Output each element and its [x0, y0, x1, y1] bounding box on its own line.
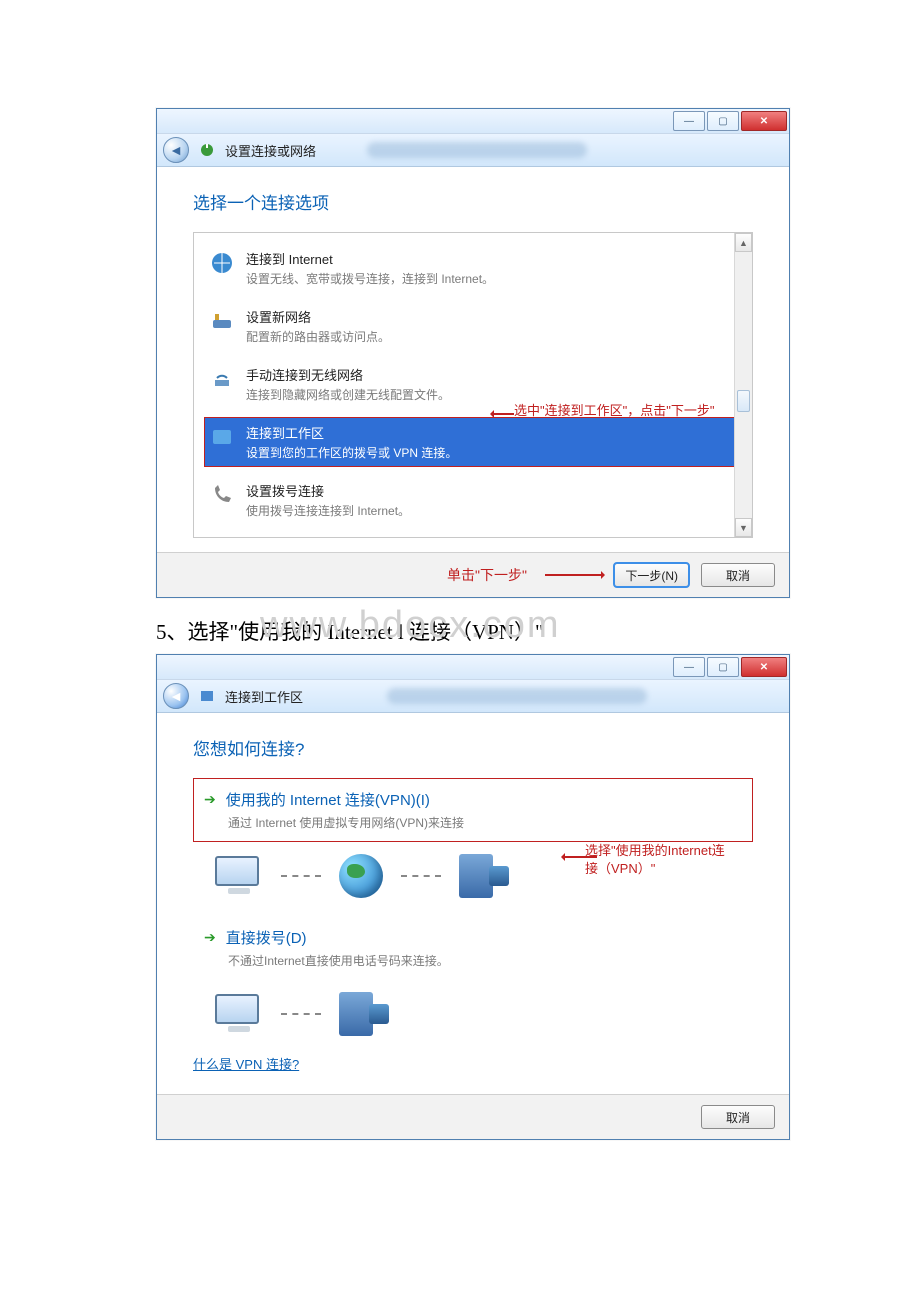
- annotation-text: 选择"使用我的Internet连接（VPN）": [585, 842, 735, 877]
- cancel-button[interactable]: 取消: [701, 563, 775, 587]
- scroll-down-icon[interactable]: ▼: [735, 518, 752, 537]
- footer-bar: 单击"下一步" 下一步(N) 取消: [157, 552, 789, 597]
- option-connect-internet[interactable]: 连接到 Internet 设置无线、宽带或拨号连接，连接到 Internet。: [204, 243, 740, 293]
- header-bar: ◄ 设置连接或网络: [157, 134, 789, 167]
- titlebar: — ▢ ✕: [157, 109, 789, 134]
- maximize-button[interactable]: ▢: [707, 657, 739, 677]
- back-button[interactable]: ◄: [163, 137, 189, 163]
- connection-line: [401, 875, 441, 877]
- annotation-arrow: [492, 413, 514, 415]
- close-button[interactable]: ✕: [741, 111, 787, 131]
- annotation-arrow: [545, 574, 603, 576]
- footer-annotation: 单击"下一步": [447, 565, 527, 585]
- minimize-button[interactable]: —: [673, 657, 705, 677]
- workplace-icon: [199, 688, 215, 704]
- blurred-region: [367, 142, 587, 158]
- option-desc: 连接到隐藏网络或创建无线配置文件。: [246, 386, 450, 403]
- choice-desc: 不通过Internet直接使用电话号码来连接。: [228, 952, 742, 969]
- computer-icon: [215, 856, 263, 896]
- phone-icon: [208, 481, 236, 509]
- choice-direct-dial[interactable]: ➔ 直接拨号(D) 不通过Internet直接使用电话号码来连接。: [193, 916, 753, 980]
- choice-title: 使用我的 Internet 连接(VPN)(I): [226, 789, 430, 810]
- arrow-right-icon: ➔: [204, 929, 216, 946]
- globe-icon: [339, 854, 383, 898]
- option-desc: 使用拨号连接连接到 Internet。: [246, 502, 410, 519]
- choice-title: 直接拨号(D): [226, 927, 307, 948]
- close-button[interactable]: ✕: [741, 657, 787, 677]
- minimize-button[interactable]: —: [673, 111, 705, 131]
- scrollbar[interactable]: ▲ ▼: [734, 233, 752, 537]
- maximize-button[interactable]: ▢: [707, 111, 739, 131]
- footer-bar: 取消: [157, 1094, 789, 1139]
- globe-icon: [208, 249, 236, 277]
- option-manual-wireless[interactable]: 手动连接到无线网络 连接到隐藏网络或创建无线配置文件。: [204, 359, 740, 409]
- computer-icon: [215, 994, 263, 1034]
- option-setup-network[interactable]: 设置新网络 配置新的路由器或访问点。: [204, 301, 740, 351]
- option-title: 连接到工作区: [246, 423, 457, 442]
- network-icon: [199, 142, 215, 158]
- option-title: 手动连接到无线网络: [246, 365, 450, 384]
- option-title: 设置新网络: [246, 307, 390, 326]
- blurred-region: [387, 688, 647, 704]
- window-connect-workplace: — ▢ ✕ ◄ 连接到工作区 您想如何连接? ➔ 使用我的 Internet 连…: [156, 654, 790, 1140]
- page-heading: 选择一个连接选项: [193, 189, 753, 214]
- titlebar: — ▢ ✕: [157, 655, 789, 680]
- server-icon: [459, 854, 493, 898]
- back-button[interactable]: ◄: [163, 683, 189, 709]
- option-list: ▲ ▼ 连接到 Internet 设置无线、宽带或拨号连接，连接到 Intern…: [193, 232, 753, 538]
- arrow-right-icon: ➔: [204, 791, 216, 808]
- window-setup-connection: — ▢ ✕ ◄ 设置连接或网络 选择一个连接选项 ▲ ▼: [156, 108, 790, 598]
- header-bar: ◄ 连接到工作区: [157, 680, 789, 713]
- scroll-thumb[interactable]: [737, 390, 750, 412]
- workplace-icon: [208, 423, 236, 451]
- option-desc: 设置无线、宽带或拨号连接，连接到 Internet。: [246, 270, 494, 287]
- connection-line: [281, 1013, 321, 1015]
- wifi-icon: [208, 365, 236, 393]
- arrow-left-icon: ◄: [169, 142, 183, 158]
- server-icon: [339, 992, 373, 1036]
- window-title: 设置连接或网络: [225, 141, 316, 160]
- window-title: 连接到工作区: [225, 687, 303, 706]
- arrow-left-icon: ◄: [169, 688, 183, 704]
- cancel-button[interactable]: 取消: [701, 1105, 775, 1129]
- next-button[interactable]: 下一步(N): [614, 563, 689, 587]
- help-link-vpn[interactable]: 什么是 VPN 连接?: [193, 1057, 299, 1072]
- router-icon: [208, 307, 236, 335]
- option-connect-workplace[interactable]: 连接到工作区 设置到您的工作区的拨号或 VPN 连接。: [204, 417, 740, 467]
- page-heading: 您想如何连接?: [193, 735, 753, 760]
- option-title: 连接到 Internet: [246, 249, 494, 268]
- option-dialup[interactable]: 设置拨号连接 使用拨号连接连接到 Internet。: [204, 475, 740, 525]
- choice-use-internet-vpn[interactable]: ➔ 使用我的 Internet 连接(VPN)(I) 通过 Internet 使…: [193, 778, 753, 842]
- option-desc: 设置到您的工作区的拨号或 VPN 连接。: [246, 444, 457, 461]
- step-caption: 5、选择"使用我的 Internet l 连接（VPN）": [156, 616, 764, 646]
- option-desc: 配置新的路由器或访问点。: [246, 328, 390, 345]
- connection-line: [281, 875, 321, 877]
- option-title: 设置拨号连接: [246, 481, 410, 500]
- illustration-dial: [215, 992, 753, 1036]
- choice-desc: 通过 Internet 使用虚拟专用网络(VPN)来连接: [228, 814, 742, 831]
- annotation-text: 选中"连接到工作区"，点击"下一步": [514, 403, 730, 420]
